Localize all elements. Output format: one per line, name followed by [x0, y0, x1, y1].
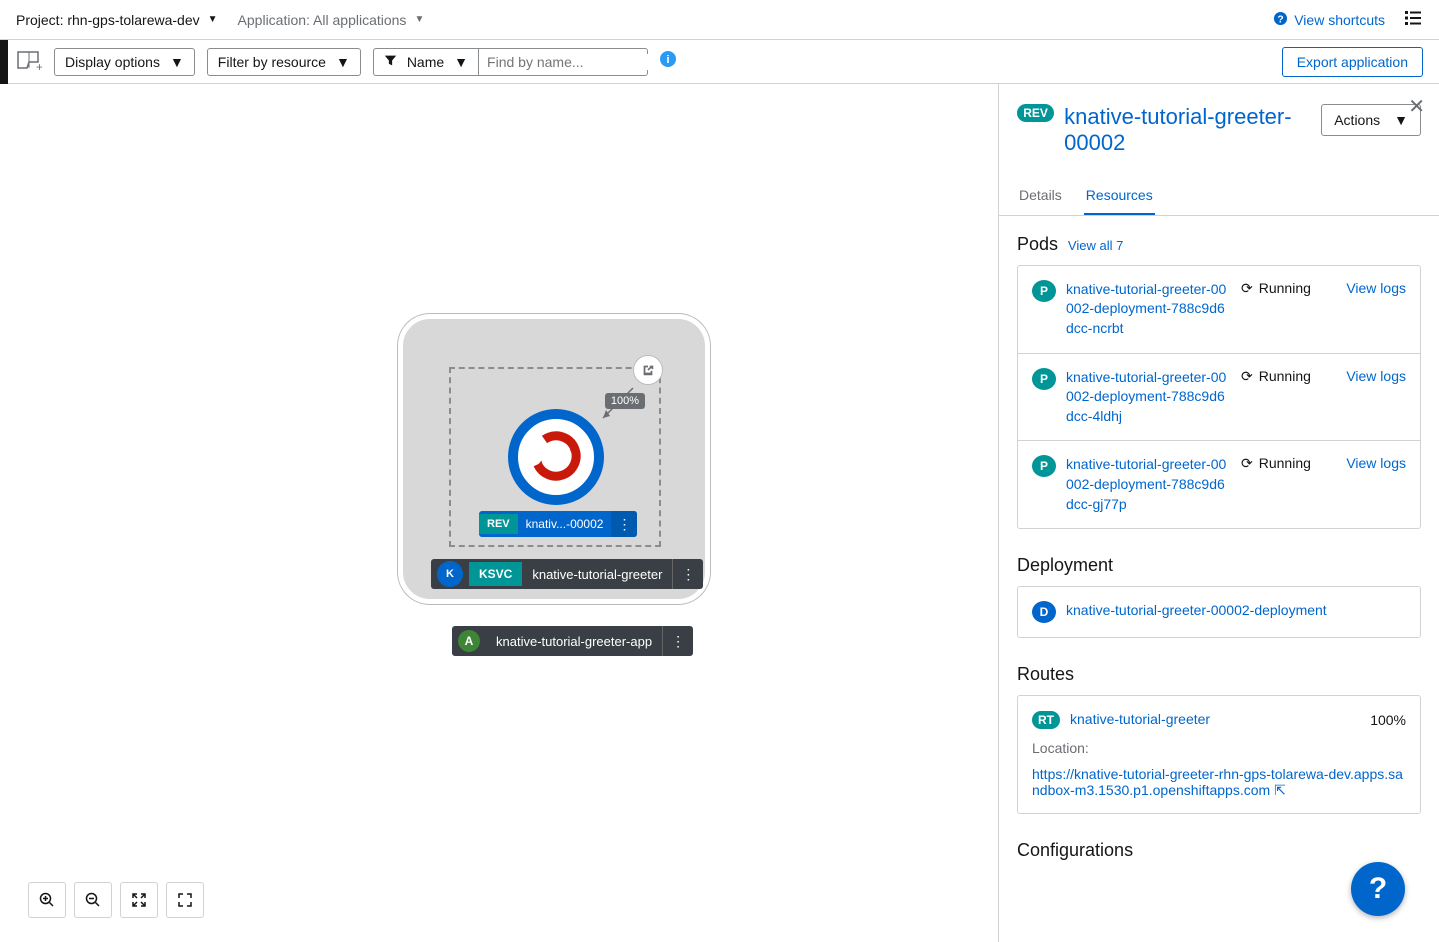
deployment-heading: Deployment	[1017, 555, 1113, 576]
route-percent: 100%	[1370, 712, 1406, 728]
pod-status: Running	[1259, 368, 1311, 384]
application-label: Application: All applications	[238, 12, 407, 28]
pod-badge-icon: P	[1032, 368, 1056, 390]
pod-row: P knative-tutorial-greeter-00002-deploym…	[1018, 266, 1420, 354]
deployment-badge-icon: D	[1032, 601, 1056, 623]
pod-link[interactable]: knative-tutorial-greeter-00002-deploymen…	[1066, 368, 1231, 427]
resource-title-link[interactable]: knative-tutorial-greeter-00002	[1064, 104, 1311, 157]
info-icon[interactable]: i	[660, 51, 676, 72]
sync-icon: ⟳	[1241, 455, 1253, 472]
details-panel: ✕ REV knative-tutorial-greeter-00002 Act…	[999, 84, 1439, 942]
ksvc-name: knative-tutorial-greeter	[522, 567, 672, 582]
view-shortcuts-link[interactable]: ? View shortcuts	[1273, 11, 1385, 29]
actions-label: Actions	[1334, 112, 1380, 128]
search-type-selector[interactable]: Name ▼	[373, 48, 478, 76]
route-location-label: Location:	[1032, 740, 1406, 756]
filter-resource-button[interactable]: Filter by resource ▼	[207, 48, 361, 76]
pod-row: P knative-tutorial-greeter-00002-deploym…	[1018, 354, 1420, 442]
view-shortcuts-label: View shortcuts	[1294, 12, 1385, 28]
revision-name: knativ...-00002	[518, 517, 612, 531]
reset-view-button[interactable]	[166, 882, 204, 918]
zoom-in-button[interactable]	[28, 882, 66, 918]
kebab-menu-icon[interactable]: ⋮	[672, 559, 703, 589]
config-heading: Configurations	[1017, 840, 1133, 861]
project-label: Project: rhn-gps-tolarewa-dev	[16, 12, 200, 28]
filter-resource-label: Filter by resource	[218, 54, 326, 70]
caret-down-icon: ▼	[336, 54, 350, 70]
filter-icon	[384, 54, 397, 70]
view-logs-link[interactable]: View logs	[1341, 280, 1406, 339]
search-input-wrapper: /	[478, 48, 648, 76]
zoom-out-button[interactable]	[74, 882, 112, 918]
routes-heading: Routes	[1017, 664, 1074, 685]
deployment-row: D knative-tutorial-greeter-00002-deploym…	[1018, 587, 1420, 637]
route-url-link[interactable]: https://knative-tutorial-greeter-rhn-gps…	[1032, 766, 1403, 798]
question-circle-icon: ?	[1273, 11, 1288, 29]
caret-down-icon: ▼	[208, 14, 218, 25]
route-row: RT knative-tutorial-greeter 100% Locatio…	[1018, 696, 1420, 813]
pod-badge-icon: P	[1032, 280, 1056, 302]
kebab-menu-icon[interactable]: ⋮	[662, 626, 693, 656]
pods-heading: Pods	[1017, 234, 1058, 255]
caret-down-icon: ▼	[414, 14, 424, 25]
pod-badge-icon: P	[1032, 455, 1056, 477]
list-view-toggle-icon[interactable]	[1403, 8, 1423, 31]
pod-status: Running	[1259, 455, 1311, 471]
caret-down-icon: ▼	[1394, 112, 1408, 128]
topology-toolbar: + Display options ▼ Filter by resource ▼…	[0, 40, 1439, 84]
route-link[interactable]: knative-tutorial-greeter	[1070, 710, 1360, 730]
pod-status: Running	[1259, 280, 1311, 296]
svg-text:?: ?	[1278, 14, 1284, 25]
route-badge-icon: RT	[1032, 711, 1060, 729]
caret-down-icon: ▼	[454, 54, 468, 70]
svg-text:i: i	[667, 54, 670, 66]
revision-node[interactable]	[508, 409, 604, 505]
actions-dropdown[interactable]: Actions ▼	[1321, 104, 1421, 136]
display-options-button[interactable]: Display options ▼	[54, 48, 195, 76]
kebab-menu-icon[interactable]: ⋮	[611, 511, 637, 537]
application-name: knative-tutorial-greeter-app	[486, 634, 662, 649]
application-label[interactable]: A knative-tutorial-greeter-app ⋮	[452, 626, 693, 656]
application-badge: A	[458, 630, 480, 652]
view-logs-link[interactable]: View logs	[1341, 455, 1406, 514]
help-fab-button[interactable]: ?	[1351, 862, 1405, 916]
tab-resources[interactable]: Resources	[1084, 177, 1155, 215]
svg-text:+: +	[36, 60, 42, 72]
search-type-label: Name	[407, 54, 444, 70]
revision-label[interactable]: REV knativ...-00002 ⋮	[479, 511, 637, 537]
export-label: Export application	[1297, 54, 1408, 70]
project-selector[interactable]: Project: rhn-gps-tolarewa-dev ▼	[16, 8, 218, 32]
rev-badge: REV	[1017, 104, 1054, 122]
rev-badge: REV	[479, 514, 518, 534]
deployment-link[interactable]: knative-tutorial-greeter-00002-deploymen…	[1066, 601, 1406, 623]
openshift-icon	[528, 428, 584, 487]
pod-row: P knative-tutorial-greeter-00002-deploym…	[1018, 441, 1420, 528]
sync-icon: ⟳	[1241, 280, 1253, 297]
search-input[interactable]	[487, 54, 668, 70]
add-to-project-icon[interactable]: +	[16, 48, 42, 75]
external-link-icon: ⇱	[1274, 782, 1286, 798]
sync-icon: ⟳	[1241, 368, 1253, 385]
knative-icon: K	[437, 561, 463, 587]
display-options-label: Display options	[65, 54, 160, 70]
view-all-pods-link[interactable]: View all 7	[1068, 238, 1123, 253]
project-context-bar: Project: rhn-gps-tolarewa-dev ▼ Applicat…	[0, 0, 1439, 40]
ksvc-badge: KSVC	[469, 562, 522, 586]
pod-link[interactable]: knative-tutorial-greeter-00002-deploymen…	[1066, 455, 1231, 514]
export-application-button[interactable]: Export application	[1282, 47, 1423, 77]
close-icon[interactable]: ✕	[1408, 94, 1425, 119]
knative-service-group[interactable]: 100% REV knativ...-00002 ⋮ K KSVC knativ…	[398, 314, 710, 604]
view-logs-link[interactable]: View logs	[1341, 368, 1406, 427]
tab-details[interactable]: Details	[1017, 177, 1064, 215]
ksvc-label[interactable]: K KSVC knative-tutorial-greeter ⋮	[431, 559, 703, 589]
traffic-percent-badge: 100%	[605, 393, 645, 409]
application-selector[interactable]: Application: All applications ▼	[238, 8, 425, 32]
open-url-decorator-icon[interactable]	[633, 355, 663, 385]
caret-down-icon: ▼	[170, 54, 184, 70]
pod-link[interactable]: knative-tutorial-greeter-00002-deploymen…	[1066, 280, 1231, 339]
topology-canvas[interactable]: 100% REV knativ...-00002 ⋮ K KSVC knativ…	[0, 84, 999, 942]
fit-to-screen-button[interactable]	[120, 882, 158, 918]
